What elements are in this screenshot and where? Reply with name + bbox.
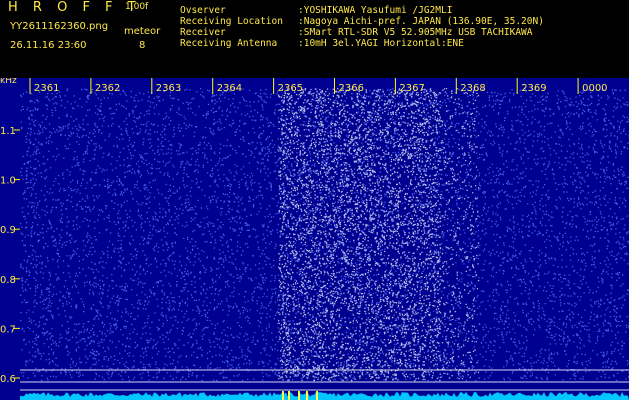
info-key: Receiving Location bbox=[180, 16, 283, 27]
freq-label: 0.7 bbox=[0, 324, 16, 335]
info-value: :10mH 3el.YAGI Horizontal:ENE bbox=[298, 38, 464, 49]
info-key: Receiving Antenna bbox=[180, 38, 278, 49]
header-panel: H R O F F T 1.00f YY2611162360.png 26.11… bbox=[0, 0, 629, 78]
info-key: Ovserver bbox=[180, 5, 226, 16]
detection-mark bbox=[282, 391, 284, 400]
image-filename: YY2611162360.png bbox=[10, 21, 109, 32]
info-row-antenna: Receiving Antenna :10mH 3el.YAGI Horizont… bbox=[180, 38, 544, 49]
meteor-count-label: meteor bbox=[124, 26, 161, 37]
app-title: H R O F F T bbox=[8, 0, 142, 15]
station-info: Ovserver :YOSHIKAWA Yasufumi /JG2MLI Rece… bbox=[180, 5, 544, 49]
info-row-observer: Ovserver :YOSHIKAWA Yasufumi /JG2MLI bbox=[180, 5, 544, 16]
spectrogram-svg: 2361 2362 2363 2364 2365 2366 2367 2368 2369 0000… bbox=[0, 78, 629, 400]
info-row-location: Receiving Location :Nagoya Aichi-pref. JA… bbox=[180, 16, 544, 27]
time-label: 2367 bbox=[399, 83, 424, 94]
meteor-count-value: 8 bbox=[139, 40, 146, 51]
detection-mark bbox=[316, 391, 318, 400]
info-value: :SMart RTL-SDR V5 52.905MHz USB TACHIKAW… bbox=[298, 27, 533, 38]
freq-label: 0.8 bbox=[0, 275, 16, 286]
freq-label: 1.1 bbox=[0, 126, 16, 137]
time-label: 2368 bbox=[460, 83, 485, 94]
capture-datetime: 26.11.16 23:60 bbox=[10, 40, 87, 51]
spectrogram-panel: 2361 2362 2363 2364 2365 2366 2367 2368 2369 0000… bbox=[0, 78, 629, 400]
info-row-receiver: Receiver :SMart RTL-SDR V5 52.905MHz USB … bbox=[180, 27, 544, 38]
info-key: Receiver bbox=[180, 27, 226, 38]
time-label: 2369 bbox=[521, 83, 546, 94]
detection-mark bbox=[298, 391, 300, 400]
detection-mark bbox=[288, 391, 290, 400]
time-label: 2363 bbox=[156, 83, 181, 94]
app-version: 1.00f bbox=[125, 2, 149, 12]
time-label: 2361 bbox=[34, 83, 59, 94]
freq-label: 0.6 bbox=[0, 374, 16, 385]
freq-label: 1.0 bbox=[0, 176, 16, 187]
time-label: 2362 bbox=[95, 83, 120, 94]
y-axis-unit: kHz bbox=[0, 78, 17, 86]
info-value: :YOSHIKAWA Yasufumi /JG2MLI bbox=[298, 5, 453, 16]
time-label: 2364 bbox=[217, 83, 242, 94]
info-value: :Nagoya Aichi-pref. JAPAN (136.90E, 35.2… bbox=[298, 16, 544, 27]
freq-label: 0.9 bbox=[0, 225, 16, 236]
time-label: 0000 bbox=[582, 83, 607, 94]
time-label: 2366 bbox=[339, 83, 364, 94]
detection-mark bbox=[306, 391, 308, 400]
time-label: 2365 bbox=[278, 83, 303, 94]
